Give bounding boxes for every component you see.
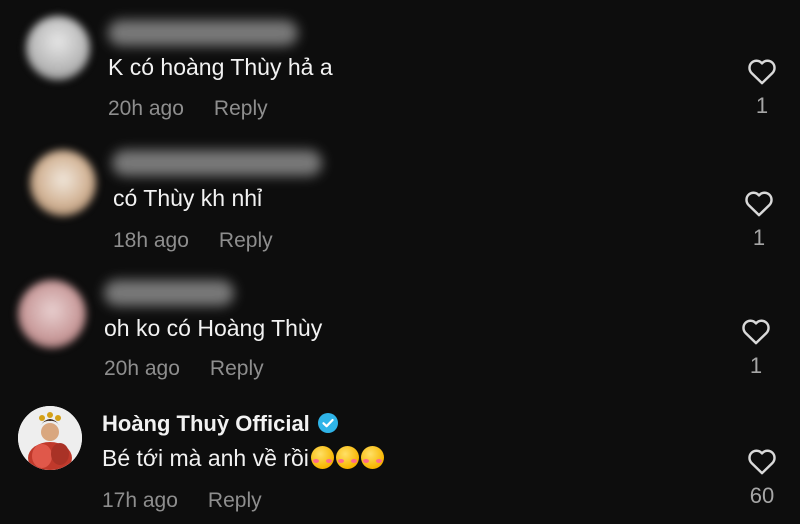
like-count: 1 (752, 225, 766, 250)
like-control: 60 (742, 448, 782, 509)
comment-item: Hoàng Thuỳ Official Bé tới mà anh về rồi… (0, 392, 800, 524)
comment-item: có Thùy kh nhỉ 18h ago Reply 1 (0, 128, 800, 260)
redacted-username[interactable] (108, 20, 298, 46)
like-count: 1 (755, 93, 769, 118)
reply-button[interactable]: Reply (219, 229, 273, 252)
comment-time: 20h ago (104, 357, 180, 380)
comment-meta: 18h ago Reply (113, 229, 273, 253)
smiling-face-with-hearts-icon (360, 446, 384, 469)
avatar[interactable] (18, 406, 82, 470)
reply-button[interactable]: Reply (214, 97, 268, 120)
verified-badge-icon (317, 413, 338, 433)
redacted-username[interactable] (112, 150, 322, 176)
comment-item: K có hoàng Thùy hả a 20h ago Reply 1 (0, 0, 800, 128)
like-control: 1 (742, 58, 782, 119)
avatar[interactable] (18, 280, 86, 348)
smiling-face-with-hearts-icon (310, 446, 334, 469)
comment-meta: 20h ago Reply (104, 357, 264, 381)
avatar[interactable] (26, 16, 90, 80)
comment-item: oh ko có Hoàng Thùy 20h ago Reply 1 (0, 260, 800, 392)
like-count: 60 (749, 483, 775, 508)
comment-text-body: Bé tới mà anh về rồi (102, 445, 309, 471)
comment-time: 18h ago (113, 229, 189, 252)
comment-meta: 17h ago Reply (102, 489, 262, 513)
redacted-username[interactable] (104, 280, 234, 306)
like-count: 1 (749, 353, 763, 378)
like-control: 1 (739, 190, 779, 251)
heart-icon[interactable] (744, 190, 774, 217)
reply-button[interactable]: Reply (208, 489, 262, 512)
avatar[interactable] (30, 150, 96, 216)
author-name: Hoàng Thuỳ Official (102, 411, 310, 436)
comment-text: Bé tới mà anh về rồi (102, 445, 384, 472)
comment-meta: 20h ago Reply (108, 97, 268, 121)
comment-time: 20h ago (108, 97, 184, 120)
profile-photo-icon (18, 406, 82, 470)
like-control: 1 (736, 318, 776, 379)
comment-text: K có hoàng Thùy hả a (108, 54, 333, 80)
heart-icon[interactable] (747, 58, 777, 85)
comment-text: oh ko có Hoàng Thùy (104, 315, 323, 341)
comment-author[interactable]: Hoàng Thuỳ Official (102, 411, 338, 437)
comment-time: 17h ago (102, 489, 178, 512)
smiling-face-with-hearts-icon (335, 446, 359, 469)
reply-button[interactable]: Reply (210, 357, 264, 380)
heart-icon[interactable] (741, 318, 771, 345)
comment-text: có Thùy kh nhỉ (113, 185, 263, 211)
heart-icon[interactable] (747, 448, 777, 475)
